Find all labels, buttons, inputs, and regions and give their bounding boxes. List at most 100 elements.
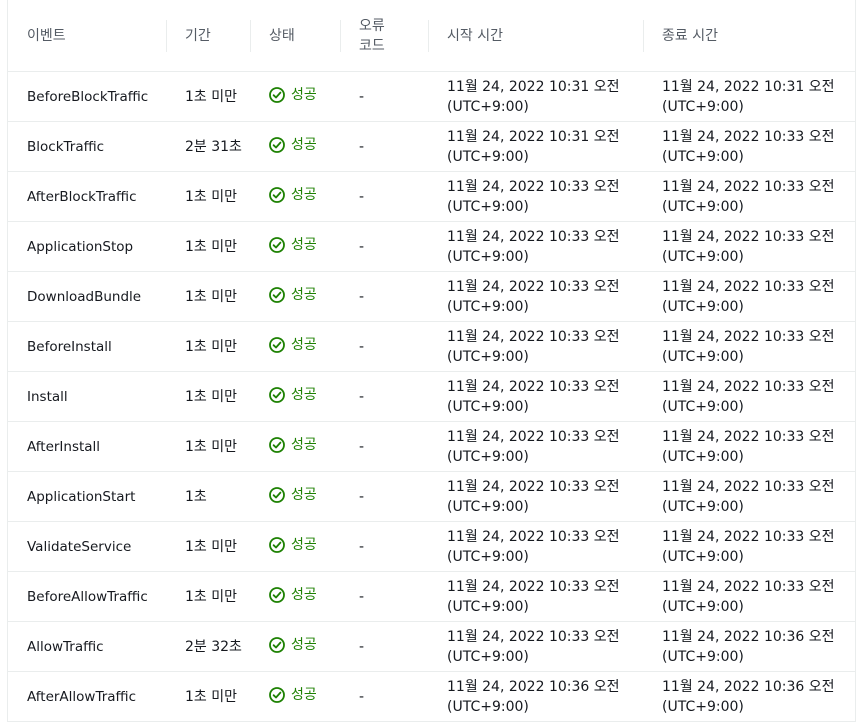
end-time-cell: 11월 24, 2022 10:33 오전 (UTC+9:00) [643, 471, 855, 522]
end-time-cell: 11월 24, 2022 10:33 오전 (UTC+9:00) [643, 171, 855, 222]
column-divider [250, 20, 251, 52]
start-time-cell: 11월 24, 2022 10:33 오전 (UTC+9:00) [428, 471, 643, 522]
event-name-cell: DownloadBundle [8, 271, 166, 322]
duration-cell: 1초 미만 [166, 521, 250, 572]
check-circle-icon [269, 636, 285, 653]
error-code-cell: - [340, 321, 428, 372]
duration-cell: 2분 31초 [166, 121, 250, 172]
event-name-cell: BeforeBlockTraffic [8, 71, 166, 122]
start-time-cell: 11월 24, 2022 10:33 오전 (UTC+9:00) [428, 221, 643, 272]
end-time-cell: 11월 24, 2022 10:33 오전 (UTC+9:00) [643, 321, 855, 372]
status-label: 성공 [291, 386, 317, 403]
status-badge: 성공 [269, 535, 317, 555]
column-header-label: 오류 코드 [359, 17, 385, 54]
duration-cell: 1초 미만 [166, 321, 250, 372]
status-label: 성공 [291, 186, 317, 203]
status-label: 성공 [291, 436, 317, 453]
status-cell: 성공 [250, 672, 340, 722]
status-cell: 성공 [250, 271, 340, 322]
check-circle-icon [269, 586, 285, 603]
check-circle-icon [269, 436, 285, 453]
column-divider [643, 20, 644, 52]
error-code-cell: - [340, 571, 428, 622]
column-header-label: 시작 시간 [447, 27, 503, 44]
event-name-cell: AfterAllowTraffic [27, 688, 137, 705]
status-cell: 성공 [250, 71, 340, 122]
status-label: 성공 [291, 486, 317, 503]
status-label: 성공 [291, 686, 317, 703]
check-circle-icon [269, 536, 285, 553]
table-row: AfterInstall 1초 미만 성공 -11월 24, 2022 10:33 오… [8, 421, 855, 472]
column-header-error-code[interactable]: 오류 코드 [340, 0, 428, 72]
table-row: Install 1초 미만 성공 -11월 24, 2022 10:33 오전 (UT… [8, 371, 855, 422]
column-header-label: 기간 [185, 27, 211, 44]
error-code-cell: - [340, 171, 428, 222]
error-code-cell: - [340, 371, 428, 422]
check-circle-icon [269, 236, 285, 253]
duration-cell: 1초 미만 [185, 688, 237, 705]
table-row: AllowTraffic 2분 32초 성공 -11월 24, 2022 10:33 … [8, 621, 855, 672]
end-time-cell: 11월 24, 2022 10:36 오전 (UTC+9:00) [643, 621, 855, 672]
event-name-cell: ValidateService [8, 521, 166, 572]
status-cell: 성공 [250, 621, 340, 672]
error-code-cell: - [340, 271, 428, 322]
status-badge: 성공 [269, 135, 317, 155]
error-code-cell: - [340, 121, 428, 172]
table-row: ApplicationStart 1초 성공 -11월 24, 2022 10:33 … [8, 471, 855, 522]
event-name-cell: AfterInstall [8, 421, 166, 472]
status-badge: 성공 [269, 85, 317, 105]
status-badge: 성공 [269, 335, 317, 355]
status-cell: 성공 [250, 471, 340, 522]
start-time-cell: 11월 24, 2022 10:33 오전 (UTC+9:00) [428, 571, 643, 622]
end-time-cell: 11월 24, 2022 10:33 오전 (UTC+9:00) [643, 371, 855, 422]
event-name-cell: BlockTraffic [8, 121, 166, 172]
status-cell: 성공 [250, 371, 340, 422]
duration-cell: 2분 32초 [166, 621, 250, 672]
start-time-cell: 11월 24, 2022 10:33 오전 (UTC+9:00) [428, 171, 643, 222]
check-circle-icon [269, 86, 285, 103]
status-cell: 성공 [250, 571, 340, 622]
column-header-end-time[interactable]: 종료 시간 [643, 0, 855, 72]
status-label: 성공 [291, 536, 317, 553]
status-label: 성공 [291, 136, 317, 153]
event-name-cell: BeforeInstall [8, 321, 166, 372]
lifecycle-events-table: 이벤트 기간 상태 오류 코드 시작 시간 종료 시간 BeforeBlockT… [7, 0, 856, 722]
column-header-start-time[interactable]: 시작 시간 [428, 0, 643, 72]
start-time-cell: 11월 24, 2022 10:33 오전 (UTC+9:00) [428, 271, 643, 322]
table-row: BlockTraffic 2분 31초 성공 -11월 24, 2022 10:31 … [8, 121, 855, 172]
check-circle-icon [269, 336, 285, 353]
start-time-cell: 11월 24, 2022 10:33 오전 (UTC+9:00) [428, 421, 643, 472]
table-row: BeforeInstall 1초 미만 성공 - 11월 24, 2022 10:33 … [8, 321, 855, 372]
check-circle-icon [269, 136, 285, 153]
column-header-duration[interactable]: 기간 [166, 0, 250, 72]
column-header-status[interactable]: 상태 [250, 0, 340, 72]
end-time-cell: 11월 24, 2022 10:33 오전 (UTC+9:00) [643, 221, 855, 272]
status-badge: 성공 [269, 385, 317, 405]
event-name-cell: AfterBlockTraffic [8, 171, 166, 222]
duration-cell: 1초 미만 [166, 271, 250, 322]
status-label: 성공 [291, 336, 317, 353]
start-time-cell: 11월 24, 2022 10:33 오전 (UTC+9:00) [428, 371, 643, 422]
status-cell: 성공 [250, 421, 340, 472]
status-label: 성공 [291, 636, 317, 653]
table-row: AfterBlockTraffic 1초 미만 성공 -11월 24, 2022 10… [8, 171, 855, 222]
duration-cell: 1초 미만 [166, 71, 250, 122]
events-table: 이벤트 기간 상태 오류 코드 시작 시간 종료 시간 BeforeBlockT… [8, 0, 855, 721]
column-header-label: 상태 [269, 27, 295, 44]
start-time-cell: 11월 24, 2022 10:33 오전 (UTC+9:00) [428, 621, 643, 672]
end-time-cell: 11월 24, 2022 10:36 오전 (UTC+9:00) [662, 678, 835, 715]
status-badge: 성공 [269, 585, 317, 605]
duration-cell: 1초 [166, 471, 250, 522]
end-time-cell: 11월 24, 2022 10:33 오전 (UTC+9:00) [643, 571, 855, 622]
table-row: BeforeBlockTraffic 1초 미만 성공 -11월 24, 2022 1… [8, 71, 855, 122]
status-label: 성공 [291, 236, 317, 253]
end-time-cell: 11월 24, 2022 10:31 오전 (UTC+9:00) [643, 71, 855, 122]
start-time-cell: 11월 24, 2022 10:36 오전 (UTC+9:00) [447, 678, 620, 715]
check-circle-icon [269, 486, 285, 503]
table-row: DownloadBundle 1초 미만 성공 -11월 24, 2022 10:33… [8, 271, 855, 322]
column-header-event[interactable]: 이벤트 [8, 0, 166, 72]
error-code-cell: - [359, 688, 365, 705]
duration-cell: 1초 미만 [166, 171, 250, 222]
table-row: BeforeAllowTraffic 1초 미만 성공 -11월 24, 2022 1… [8, 571, 855, 622]
event-name-cell: AllowTraffic [8, 621, 166, 672]
